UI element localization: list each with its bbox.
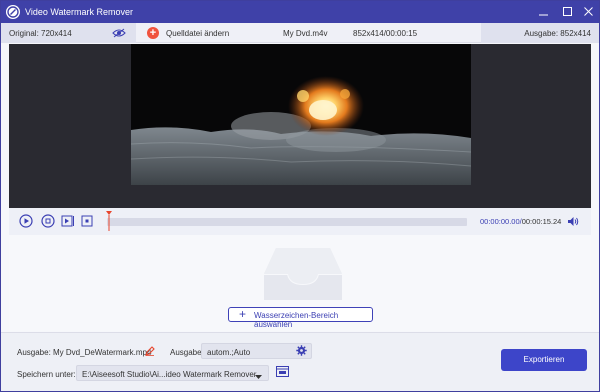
- play-icon[interactable]: [19, 214, 33, 230]
- output-format-value: autom.;Auto: [207, 348, 251, 357]
- title-bar: Video Watermark Remover: [1, 1, 599, 23]
- source-file-info: 852x414/00:00:15: [353, 29, 418, 38]
- minimize-icon[interactable]: [534, 3, 552, 21]
- next-frame-icon[interactable]: [61, 214, 75, 230]
- stop-icon[interactable]: [41, 214, 55, 230]
- output-file-label: Ausgabe:: [17, 348, 51, 357]
- original-tab: Original: 720x414: [1, 23, 136, 43]
- export-button[interactable]: Exportieren: [501, 349, 587, 371]
- output-tab: Ausgabe: 852x414: [481, 23, 599, 43]
- select-watermark-area-label: Wasserzeichen-Bereich auswählen: [254, 311, 339, 329]
- plus-icon: +: [239, 307, 247, 321]
- output-resolution: Ausgabe: 852x414: [524, 29, 591, 38]
- total-time: 00:00:15.24: [521, 217, 562, 226]
- source-file-name: My Dvd.m4v: [283, 29, 328, 38]
- app-window: Video Watermark Remover Original: 720x41…: [0, 0, 600, 392]
- dropdown-arrow-icon: [255, 372, 262, 381]
- add-icon[interactable]: +: [147, 27, 159, 39]
- clip-icon[interactable]: [81, 214, 95, 230]
- video-frame: [131, 44, 471, 185]
- player-controls: 00:00:00.00/00:00:15.24: [9, 208, 591, 235]
- output-format-label: Ausgabe:: [170, 348, 204, 357]
- original-resolution: Original: 720x414: [9, 29, 72, 38]
- select-watermark-area-button[interactable]: + Wasserzeichen-Bereich auswählen: [228, 307, 373, 329]
- current-time: 00:00:00.00: [480, 217, 520, 226]
- eye-icon[interactable]: [112, 28, 126, 40]
- save-path-select[interactable]: E:\Aiseesoft Studio\Ai...ideo Watermark …: [76, 365, 269, 381]
- window-title: Video Watermark Remover: [25, 7, 134, 17]
- gear-icon[interactable]: [296, 345, 307, 358]
- output-file-name: My Dvd_DeWatermark.mp4: [53, 348, 152, 357]
- close-icon[interactable]: [579, 3, 597, 21]
- time-display: 00:00:00.00/00:00:15.24: [480, 217, 561, 226]
- output-panel: Ausgabe: My Dvd_DeWatermark.mp4 Ausgabe:…: [1, 332, 599, 391]
- change-source-button[interactable]: Quelldatei ändern: [166, 29, 229, 38]
- edit-icon[interactable]: [145, 346, 155, 358]
- tray-icon: [262, 246, 344, 304]
- info-bar: Original: 720x414 + Quelldatei ändern My…: [1, 23, 599, 43]
- save-to-label: Speichern unter:: [17, 370, 76, 379]
- watermark-area: + Wasserzeichen-Bereich auswählen: [9, 235, 591, 331]
- video-preview: [9, 44, 591, 208]
- folder-icon[interactable]: [276, 366, 289, 379]
- timeline-track[interactable]: [107, 218, 467, 226]
- video-frame-image: [131, 44, 471, 185]
- save-path-value: E:\Aiseesoft Studio\Ai...ideo Watermark …: [82, 370, 257, 379]
- playhead-marker-icon[interactable]: [106, 211, 112, 235]
- maximize-icon[interactable]: [558, 3, 576, 21]
- app-logo-icon: [6, 5, 20, 19]
- volume-icon[interactable]: [567, 216, 579, 229]
